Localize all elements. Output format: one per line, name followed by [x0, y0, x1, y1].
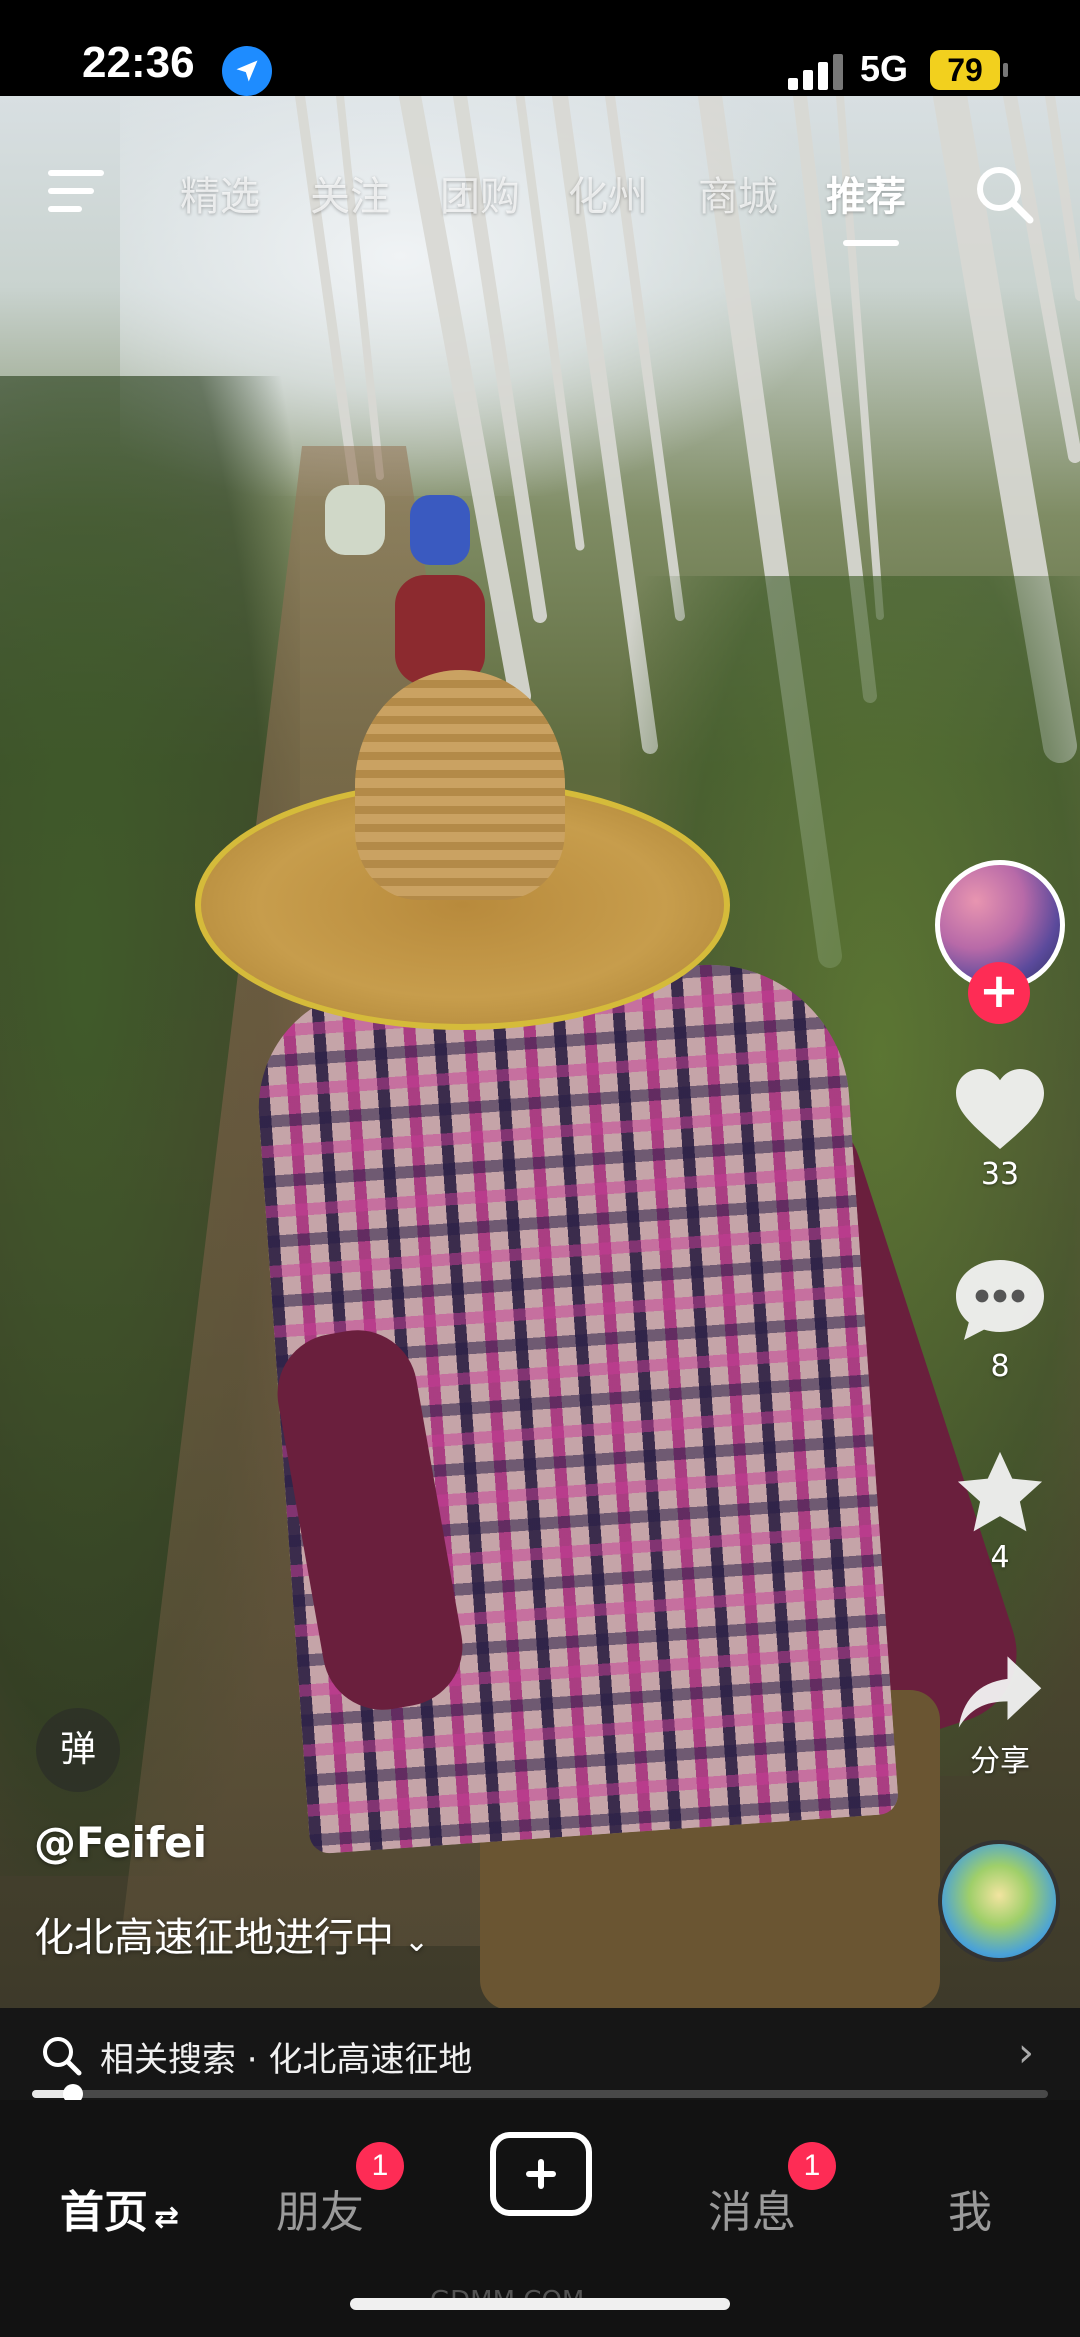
share-label: 分享	[970, 1744, 1030, 1779]
caption-text: 化北高速征地进行中	[34, 1915, 394, 1961]
cellular-signal-icon	[788, 54, 846, 90]
nav-home[interactable]: 首页 ⇄	[60, 2176, 179, 2240]
tab-following[interactable]: 关注	[310, 164, 390, 222]
favorite-button[interactable]: 4	[940, 1448, 1060, 1575]
tab-mall[interactable]: 商城	[698, 164, 778, 222]
video-hiker	[325, 485, 385, 555]
nav-me[interactable]: 我	[948, 2176, 992, 2240]
video-straw-hat-crown	[355, 670, 565, 900]
hamburger-menu-icon[interactable]	[48, 170, 108, 214]
danmu-toggle[interactable]: 弹	[36, 1708, 120, 1792]
chevron-down-icon[interactable]: ⌄	[404, 1924, 429, 1959]
tab-featured[interactable]: 精选	[180, 164, 260, 222]
star-icon	[957, 1451, 1043, 1532]
home-indicator[interactable]	[350, 2298, 730, 2310]
music-disc[interactable]	[938, 1840, 1060, 1962]
nav-messages[interactable]: 消息	[708, 2176, 796, 2240]
heart-icon	[956, 1069, 1044, 1149]
author-name[interactable]: @Feifei	[34, 1818, 207, 1867]
status-time: 22:36	[82, 38, 195, 87]
search-icon[interactable]	[972, 162, 1036, 226]
video-hiker	[410, 495, 470, 565]
active-tab-indicator	[843, 240, 899, 246]
nav-friends[interactable]: 朋友	[276, 2176, 364, 2240]
favorite-count: 4	[990, 1540, 1010, 1575]
messages-badge: 1	[788, 2142, 836, 2190]
video-progress-bar[interactable]	[32, 2084, 1048, 2104]
comment-count: 8	[990, 1349, 1010, 1384]
tab-local[interactable]: 化州	[568, 164, 648, 222]
follow-plus-icon[interactable]: +	[968, 962, 1030, 1024]
nav-home-label: 首页	[60, 2187, 148, 2238]
create-post-button[interactable]	[490, 2132, 592, 2216]
comment-button[interactable]: 8	[940, 1255, 1060, 1384]
related-search-text: 相关搜索 · 化北高速征地	[100, 2040, 473, 2080]
related-search-bar[interactable]: 相关搜索 · 化北高速征地 ›	[0, 2008, 1080, 2100]
chevron-right-icon: ›	[1018, 2030, 1034, 2076]
share-button[interactable]: 分享	[940, 1652, 1060, 1780]
location-arrow-icon	[222, 46, 272, 96]
network-type: 5G	[860, 48, 909, 89]
like-button[interactable]: 33	[940, 1065, 1060, 1192]
share-arrow-icon	[958, 1656, 1042, 1728]
refresh-swap-icon: ⇄	[154, 2200, 180, 2235]
battery-indicator: 79	[930, 50, 1008, 90]
tab-recommended[interactable]: 推荐	[826, 164, 906, 222]
search-icon	[43, 2037, 82, 2076]
comment-bubble-icon	[956, 1260, 1044, 1340]
tab-group-buy[interactable]: 团购	[440, 164, 520, 222]
video-caption[interactable]: 化北高速征地进行中 ⌄	[34, 1905, 429, 1963]
like-count: 33	[980, 1157, 1020, 1192]
friends-badge: 1	[356, 2142, 404, 2190]
top-nav: 精选 关注 团购 化州 商城 推荐	[0, 150, 1080, 246]
video-hiker	[395, 575, 485, 685]
status-bar: 22:36 5G 79	[0, 0, 1080, 96]
